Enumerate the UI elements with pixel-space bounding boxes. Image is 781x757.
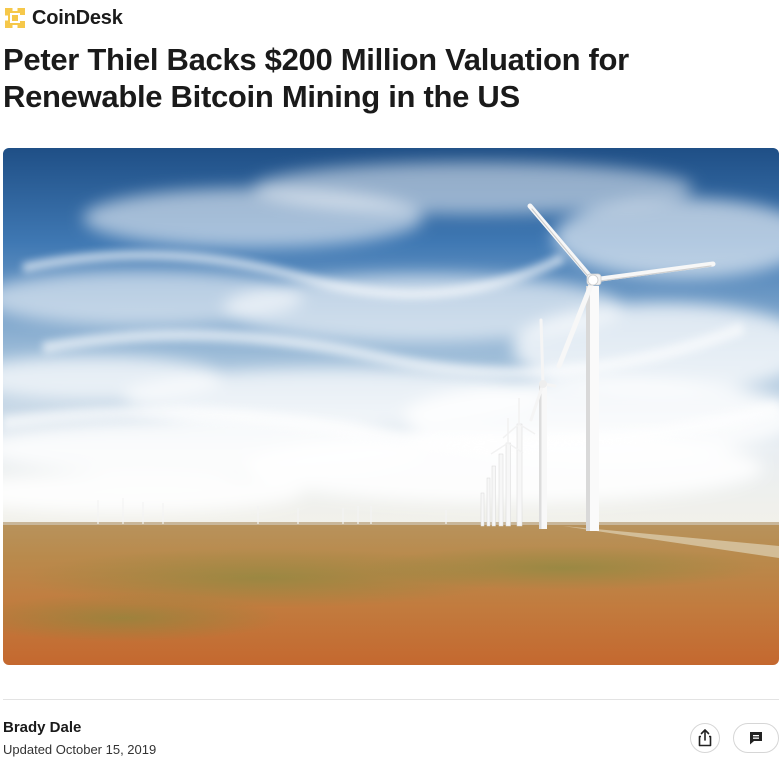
updated-date: Updated October 15, 2019 <box>3 742 157 757</box>
site-header-logo[interactable]: CoinDesk <box>3 5 123 31</box>
coindesk-logo-icon <box>5 8 25 28</box>
hero-image <box>3 148 779 665</box>
comment-icon <box>750 732 762 745</box>
byline-divider <box>3 699 779 700</box>
author-name[interactable]: Brady Dale <box>3 719 81 736</box>
share-button[interactable] <box>690 723 720 753</box>
article-headline: Peter Thiel Backs $200 Million Valuation… <box>3 42 629 114</box>
share-icon <box>698 729 712 747</box>
brand-name: CoinDesk <box>32 6 123 29</box>
comment-button[interactable] <box>733 723 779 753</box>
